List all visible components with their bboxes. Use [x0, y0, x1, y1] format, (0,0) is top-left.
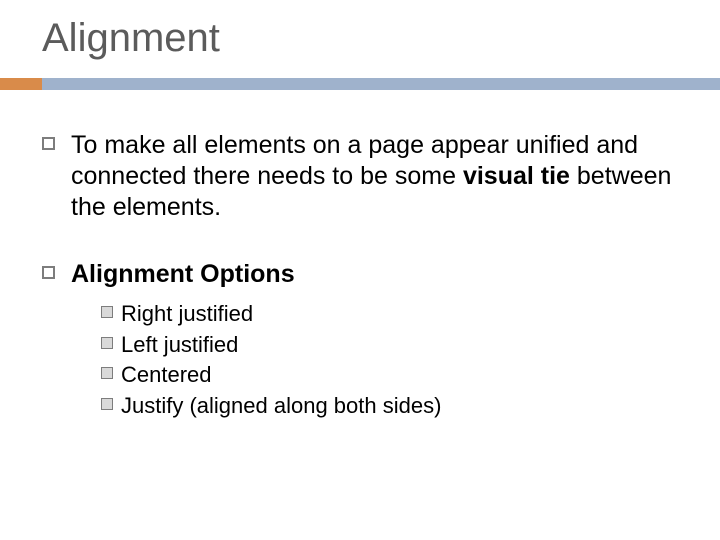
- sub-text: Left justified: [121, 331, 238, 360]
- square-bullet-icon: [42, 137, 55, 150]
- sub-item: Right justified: [101, 300, 441, 329]
- accent-blue: [42, 78, 720, 90]
- square-sub-bullet-icon: [101, 367, 113, 379]
- square-sub-bullet-icon: [101, 398, 113, 410]
- square-sub-bullet-icon: [101, 337, 113, 349]
- sub-text: Right justified: [121, 300, 253, 329]
- title-underline: [0, 78, 720, 90]
- sub-text: Centered: [121, 361, 212, 390]
- bullet-text: Alignment Options Right justified Left j…: [71, 259, 441, 422]
- bullet-item: Alignment Options Right justified Left j…: [42, 259, 682, 422]
- sub-item: Justify (aligned along both sides): [101, 392, 441, 421]
- accent-orange: [0, 78, 42, 90]
- content-area: To make all elements on a page appear un…: [42, 130, 682, 432]
- sub-list: Right justified Left justified Centered …: [101, 300, 441, 420]
- square-sub-bullet-icon: [101, 306, 113, 318]
- sub-text: Justify (aligned along both sides): [121, 392, 441, 421]
- bullet-item: To make all elements on a page appear un…: [42, 130, 682, 223]
- square-bullet-icon: [42, 266, 55, 279]
- slide-title: Alignment: [42, 16, 220, 61]
- sub-item: Centered: [101, 361, 441, 390]
- sub-item: Left justified: [101, 331, 441, 360]
- bullet-text: To make all elements on a page appear un…: [71, 130, 682, 223]
